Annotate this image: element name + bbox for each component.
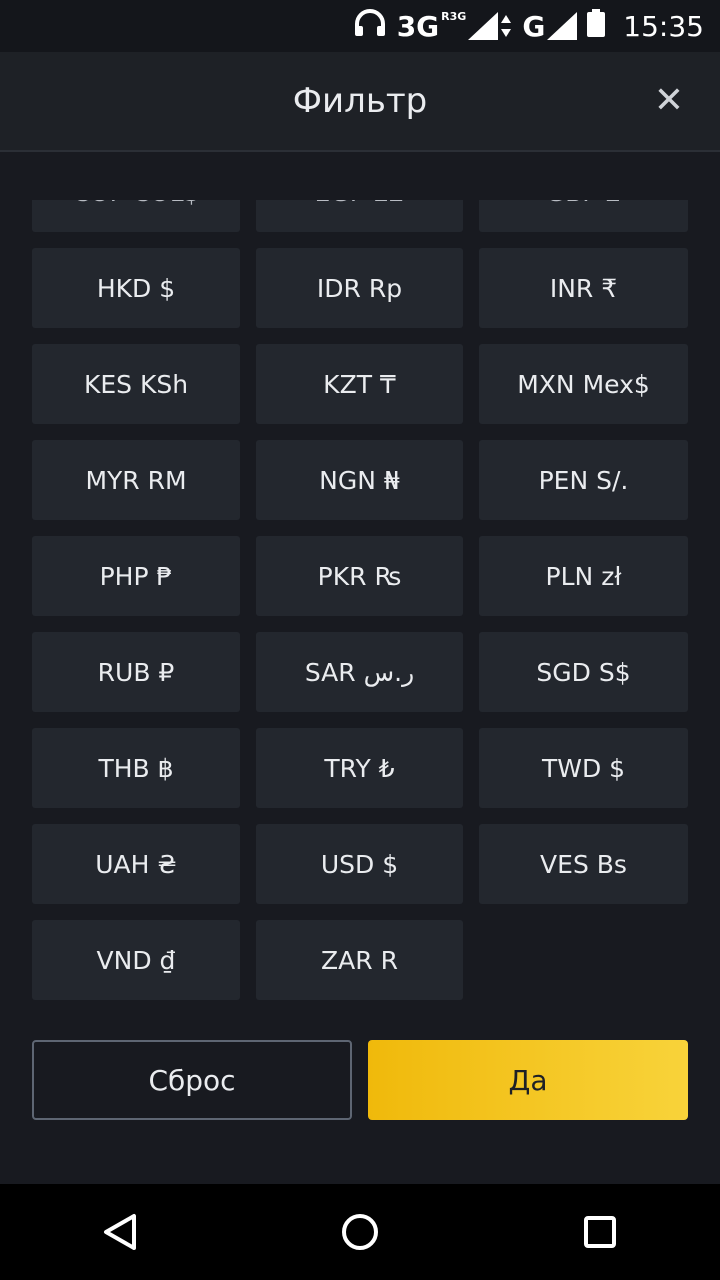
currency-chip[interactable]: USD $ xyxy=(256,824,463,904)
page-title: Фильтр xyxy=(292,81,428,121)
currency-chip[interactable]: RUB ₽ xyxy=(32,632,240,712)
signal-icon xyxy=(547,12,578,40)
home-icon[interactable] xyxy=(320,1192,400,1272)
recents-icon[interactable] xyxy=(560,1192,640,1272)
clock: 15:35 xyxy=(623,9,704,43)
currency-chip[interactable]: SGD S$ xyxy=(479,632,688,712)
network-g: G xyxy=(522,10,578,43)
reset-button[interactable]: Сброс xyxy=(32,1040,352,1120)
close-icon[interactable]: ✕ xyxy=(654,83,684,119)
network-3g: 3G R3G xyxy=(397,10,513,43)
currency-chip[interactable]: PHP ₱ xyxy=(32,536,240,616)
currency-chip[interactable]: COP COL$ xyxy=(32,200,240,232)
currency-chip[interactable]: INR ₹ xyxy=(479,248,688,328)
currency-chip[interactable]: TRY ₺ xyxy=(256,728,463,808)
currency-chip[interactable]: UAH ₴ xyxy=(32,824,240,904)
currency-chip[interactable]: THB ฿ xyxy=(32,728,240,808)
currency-chip[interactable]: IDR Rp xyxy=(256,248,463,328)
currency-chip[interactable]: VES Bs xyxy=(479,824,688,904)
currency-chip[interactable]: HKD $ xyxy=(32,248,240,328)
currency-chip[interactable]: MXN Mex$ xyxy=(479,344,688,424)
back-icon[interactable] xyxy=(80,1192,160,1272)
currency-chip[interactable]: KES KSh xyxy=(32,344,240,424)
currency-chip[interactable]: PLN zł xyxy=(479,536,688,616)
currency-chip[interactable]: NGN ₦ xyxy=(256,440,463,520)
currency-chip[interactable]: EGP E£ xyxy=(256,200,463,232)
currency-chip[interactable]: VND ₫ xyxy=(32,920,240,1000)
currency-chip[interactable]: GBP £ xyxy=(479,200,688,232)
currency-list[interactable]: COP COL$ EGP E£ GBP £ HKD $IDR RpINR ₹ KES K… xyxy=(0,200,720,1020)
action-buttons: Сброс Да xyxy=(32,1040,688,1120)
currency-chip[interactable]: MYR RM xyxy=(32,440,240,520)
headphones-icon xyxy=(353,8,387,45)
currency-chip[interactable]: SAR ر.س xyxy=(256,632,463,712)
confirm-button[interactable]: Да xyxy=(368,1040,688,1120)
currency-chip[interactable]: ZAR R xyxy=(256,920,463,1000)
currency-grid: COP COL$ EGP E£ GBP £ HKD $IDR RpINR ₹ KES K… xyxy=(32,200,688,1000)
data-arrows-icon xyxy=(501,15,512,37)
currency-chip[interactable]: PKR ₨ xyxy=(256,536,463,616)
currency-chip[interactable]: PEN S/. xyxy=(479,440,688,520)
filter-header: Фильтр ✕ xyxy=(0,52,720,150)
currency-chip[interactable]: KZT ₸ xyxy=(256,344,463,424)
header-divider xyxy=(0,150,720,152)
signal-icon xyxy=(468,12,499,40)
status-bar: 3G R3G G 15:35 xyxy=(0,0,720,52)
currency-chip[interactable]: TWD $ xyxy=(479,728,688,808)
battery-icon xyxy=(587,8,606,44)
nav-bar xyxy=(0,1184,720,1280)
